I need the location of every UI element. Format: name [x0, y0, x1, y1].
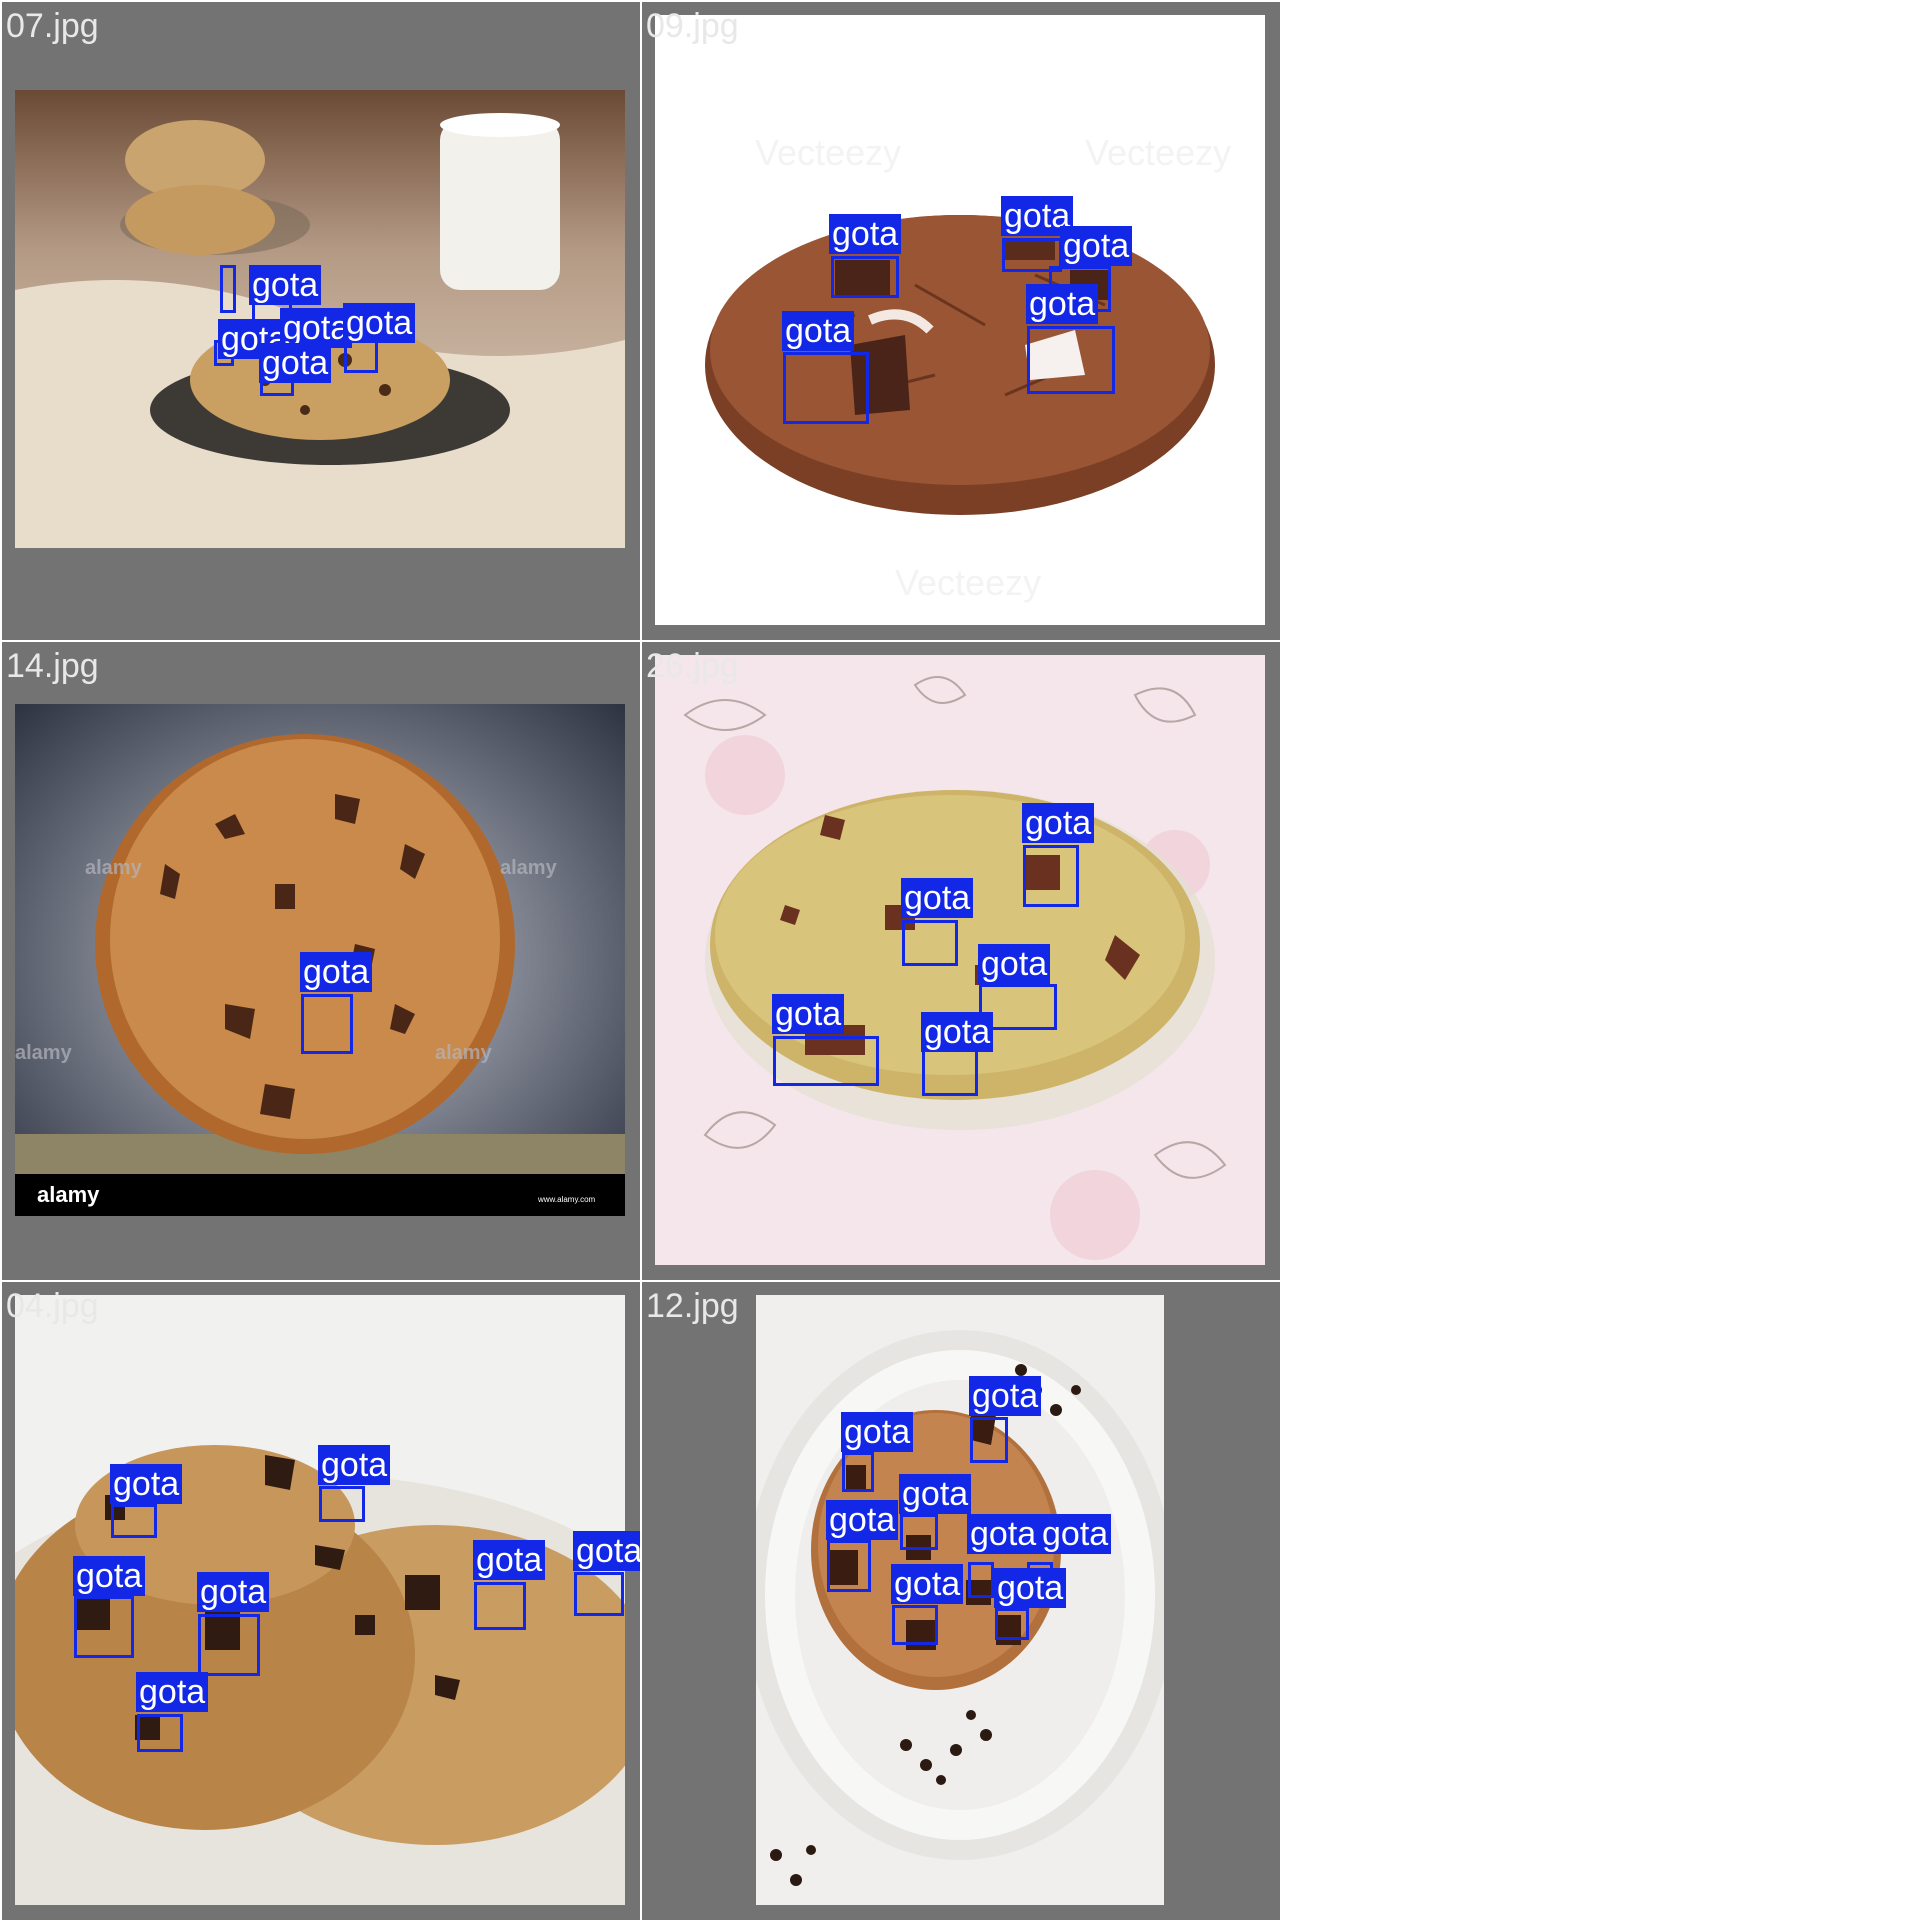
panel-07: 07.jpg gota gota gota gota gota — [2, 2, 640, 640]
detection-label: gota — [921, 1012, 994, 1052]
detection-label: gota — [318, 1445, 391, 1485]
watermark-text: alamy — [500, 857, 558, 879]
panel-filename: 14.jpg — [6, 647, 99, 685]
detection-box — [968, 1562, 994, 1598]
detection-label: gota — [573, 1531, 640, 1571]
detection-box — [137, 1714, 183, 1752]
panel-04: 04.jpg gota gota gota gota gota gota got… — [2, 1282, 640, 1920]
detection-label: gota — [259, 343, 332, 383]
detection-box — [842, 1452, 874, 1492]
detection-label: gota — [969, 1376, 1042, 1416]
chocolate-cookie-image: Vecteezy Vecteezy Vecteezy — [655, 15, 1265, 625]
detection-box — [783, 352, 869, 424]
detection-label: gota — [73, 1556, 146, 1596]
watermark-text: alamy — [85, 857, 143, 879]
detection-label: gota — [1039, 1514, 1112, 1554]
detection-label: gota — [841, 1412, 914, 1452]
detection-label: gota — [829, 214, 902, 254]
detection-label: gota — [967, 1514, 1040, 1554]
detection-box — [198, 1614, 260, 1676]
detection-box — [892, 1605, 938, 1645]
detection-label: gota — [1022, 803, 1095, 843]
detection-label: gota — [994, 1568, 1067, 1608]
detection-label: gota — [891, 1564, 964, 1604]
detection-box — [1027, 326, 1115, 394]
alamy-site: www.alamy.com — [537, 1195, 596, 1204]
detection-box — [301, 994, 353, 1054]
detection-box — [922, 1046, 978, 1096]
detection-box — [827, 1540, 871, 1592]
detection-label: gota — [1060, 226, 1133, 266]
photo-cookie-floral — [655, 655, 1265, 1265]
panel-12: 12.jpg gota gota gota gota gota gota got… — [642, 1282, 1280, 1920]
floral-cookie-image — [655, 655, 1265, 1265]
detection-box — [474, 1582, 526, 1630]
panel-filename: 12.jpg — [646, 1287, 739, 1325]
panel-filename: 09.jpg — [646, 7, 739, 45]
watermark-text: alamy — [435, 1042, 493, 1064]
detection-label: gota — [782, 311, 855, 351]
panel-14: 14.jpg alamy www.alamy.com alamy alamy a… — [2, 642, 640, 1280]
watermark-text: Vecteezy — [755, 132, 901, 173]
panel-filename: 26.jpg — [646, 647, 739, 685]
detection-box — [111, 1504, 157, 1538]
detection-label: gota — [1026, 284, 1099, 324]
detection-box — [74, 1596, 134, 1658]
detection-label: gota — [901, 878, 974, 918]
alamy-logo: alamy — [37, 1182, 100, 1207]
panel-09: Vecteezy Vecteezy Vecteezy 09.jpg gota g… — [642, 2, 1280, 640]
watermark-text: Vecteezy — [895, 562, 1041, 603]
detection-box — [319, 1486, 365, 1522]
detection-label: gota — [473, 1540, 546, 1580]
detection-label: gota — [300, 952, 373, 992]
detection-label: gota — [136, 1672, 209, 1712]
detection-label: gota — [197, 1572, 270, 1612]
detection-label: gota — [280, 308, 353, 348]
detection-label: gota — [899, 1474, 972, 1514]
photo-chocolate-cookie: Vecteezy Vecteezy Vecteezy — [655, 15, 1265, 625]
watermark-text: alamy — [15, 1042, 73, 1064]
panel-filename: 04.jpg — [6, 1287, 99, 1325]
panel-26: 26.jpg gota gota gota gota gota — [642, 642, 1280, 1280]
detection-label: gota — [826, 1500, 899, 1540]
detection-box — [574, 1572, 624, 1616]
detection-box — [902, 920, 958, 966]
panel-filename: 07.jpg — [6, 7, 99, 45]
watermark-text: Vecteezy — [1085, 132, 1231, 173]
detection-box — [220, 265, 236, 313]
detection-box — [970, 1417, 1008, 1463]
detection-label: gota — [249, 265, 322, 305]
detection-label: gota — [343, 303, 416, 343]
detection-box — [900, 1514, 938, 1550]
detection-box — [995, 1608, 1029, 1640]
detection-label: gota — [978, 944, 1051, 984]
detection-label: gota — [110, 1464, 183, 1504]
detection-box — [831, 256, 899, 298]
detection-results-grid: 07.jpg gota gota gota gota gota Vecteezy… — [0, 0, 1280, 1920]
detection-box — [1023, 845, 1079, 907]
detection-box — [773, 1036, 879, 1086]
detection-label: gota — [772, 994, 845, 1034]
